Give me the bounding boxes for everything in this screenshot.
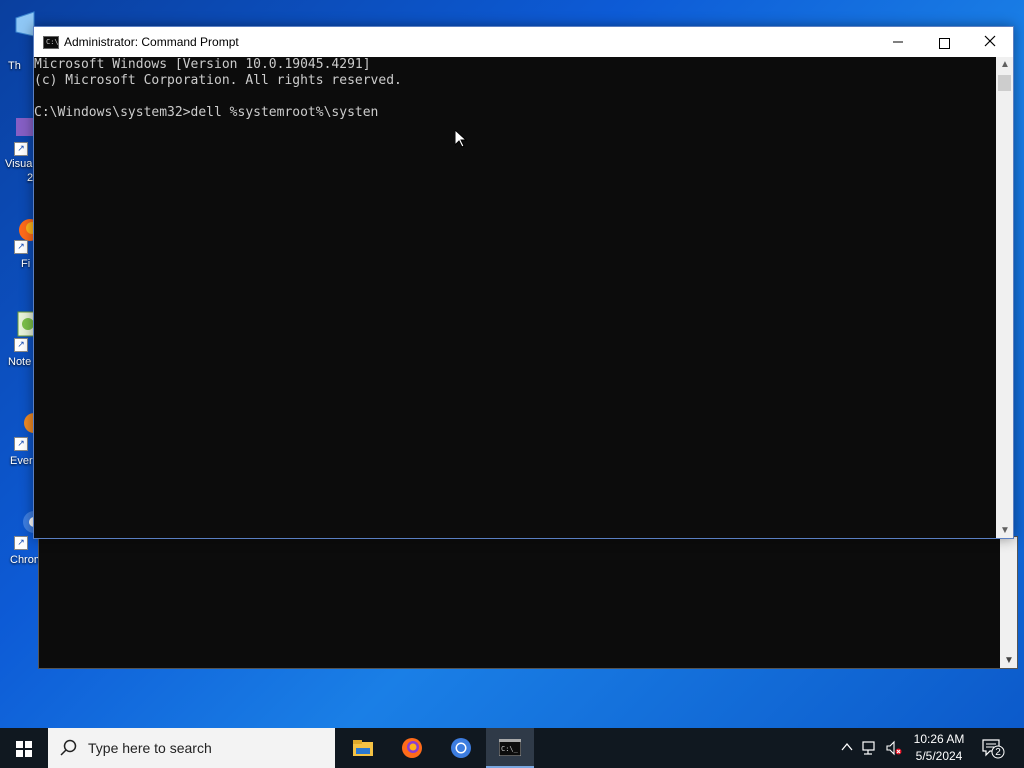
chrome-icon [451,738,471,758]
shortcut-arrow-icon: ↗ [14,437,28,451]
svg-text:C:\_: C:\_ [501,745,519,753]
shortcut-arrow-icon: ↗ [14,536,28,550]
desktop-icon-label: Visua [5,158,33,170]
chevron-up-icon [841,742,853,751]
console-line: (c) Microsoft Corporation. All rights re… [34,73,402,88]
close-icon [984,35,996,47]
scroll-down-arrow-icon[interactable]: ▼ [1004,655,1014,666]
maximize-button[interactable] [921,27,967,57]
command-prompt-icon: C:\_ [499,739,521,756]
shortcut-arrow-icon: ↗ [14,240,28,254]
show-hidden-icons-button[interactable] [838,728,856,768]
command-prompt-icon: C:\ [43,36,59,49]
search-icon [60,739,77,756]
desktop-icon-label: Note [8,356,32,368]
scroll-down-arrow-icon[interactable]: ▼ [1000,525,1010,536]
scrollbar-thumb[interactable] [998,75,1011,91]
clock-time: 10:26 AM [913,732,965,746]
console-output[interactable]: Microsoft Windows [Version 10.0.19045.42… [34,57,996,538]
console-line: Microsoft Windows [Version 10.0.19045.42… [34,57,371,72]
search-placeholder: Type here to search [88,740,212,756]
taskbar: Type here to search C:\_ 10:26 AM 5/5/20… [0,728,1024,768]
start-button[interactable] [0,728,48,768]
minimize-icon [893,41,903,43]
window-titlebar[interactable]: C:\ Administrator: Command Prompt [34,27,1013,57]
network-icon [862,741,875,755]
action-center-button[interactable]: 2 [982,738,1005,759]
scroll-up-arrow-icon[interactable]: ▲ [1000,59,1010,70]
taskbar-file-explorer[interactable] [339,728,387,768]
console-scrollbar[interactable]: ▲ ▼ [996,57,1013,538]
desktop-icon-label: Fi [21,258,31,270]
windows-logo-icon [16,741,32,757]
desktop-icon-label: Ever [10,455,33,467]
shortcut-arrow-icon: ↗ [14,142,28,156]
maximize-icon [938,37,950,49]
taskbar-search-box[interactable]: Type here to search [48,728,335,768]
file-explorer-icon [353,740,373,756]
command-prompt-window[interactable]: C:\ Administrator: Command Prompt Micros… [33,26,1014,539]
shortcut-arrow-icon: ↗ [14,338,28,352]
taskbar-chrome[interactable] [437,728,485,768]
notification-count: 2 [995,747,1001,758]
console-command-line[interactable]: C:\Windows\system32>dell %systemroot%\sy… [34,105,996,121]
window-title: Administrator: Command Prompt [64,35,239,49]
mouse-cursor-icon [455,130,467,148]
taskbar-clock[interactable]: 10:26 AM 5/5/2024 [900,731,978,765]
background-console-window[interactable]: ▼ [38,536,1018,669]
background-window-scrollbar[interactable]: ▼ [1000,537,1017,668]
close-button[interactable] [967,27,1013,57]
clock-date: 5/5/2024 [915,749,963,763]
minimize-button[interactable] [875,27,921,57]
network-status-button[interactable] [860,728,880,768]
taskbar-command-prompt[interactable]: C:\_ [486,728,534,768]
desktop-icon-label: Th [8,60,21,72]
firefox-icon [402,738,422,758]
taskbar-firefox[interactable] [388,728,436,768]
